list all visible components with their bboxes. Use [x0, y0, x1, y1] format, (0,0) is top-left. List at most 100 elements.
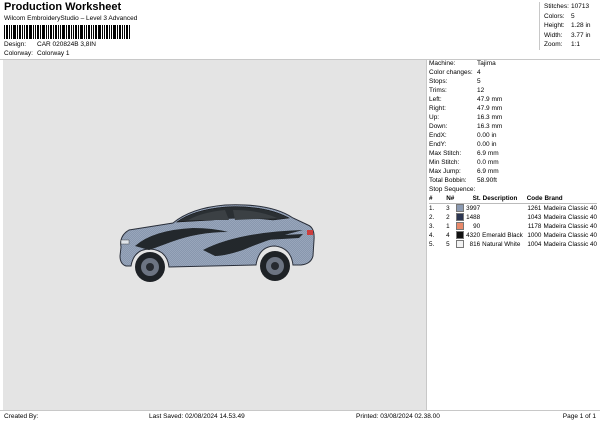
info-label: EndX:	[429, 132, 447, 139]
stop-code: 1261	[527, 205, 542, 212]
stop-code: 1178	[527, 223, 542, 230]
design-value: CAR 020824B 3,8IN	[37, 41, 96, 48]
stop-num: 4.	[429, 232, 435, 239]
stop-description	[482, 222, 524, 231]
stat-zoom: Zoom: 1:1	[544, 40, 596, 50]
stop-description: Emerald Black	[482, 232, 523, 239]
last-saved: Last Saved: 02/08/2024 14.53.49	[149, 413, 245, 420]
stop-table-header: # N# St. Description Code Brand	[429, 194, 597, 204]
stop-sequence-title: Stop Sequence:	[429, 185, 597, 194]
info-row: Max Stitch: 6.9 mm	[429, 149, 597, 158]
info-row: Right: 47.9 mm	[429, 104, 597, 113]
info-value: 16.3 mm	[477, 123, 503, 130]
stop-row: 5. 5 816 Natural White 1004 Madeira Classic 4…	[429, 240, 597, 249]
stat-value: 1.28 in	[571, 22, 591, 29]
stat-label: Zoom:	[544, 41, 563, 48]
stat-value: 1:1	[571, 41, 581, 48]
stop-row: 4. 4 4320 Emerald Black 1000 Madeira Classic …	[429, 231, 597, 240]
stop-row: 1. 3 3997 1261 Madeira Classic 40	[429, 204, 597, 213]
stat-value: 3.77 in	[571, 31, 591, 39]
color-swatch	[455, 204, 464, 213]
stats-panel: Stitches: 10713 Colors: 5 Height: 1.28 in W…	[539, 2, 596, 50]
color-swatch	[455, 240, 464, 249]
machine-info-panel: Machine: Tajima Color changes: 4 Stops: 5 Trim…	[429, 59, 597, 249]
stop-num: 3.	[429, 223, 435, 230]
stop-brand: Madeira Classic 40	[543, 223, 597, 230]
stat-colors: Colors: 5	[544, 12, 596, 22]
stop-description	[482, 204, 524, 213]
info-row: Max Jump: 6.9 mm	[429, 167, 597, 176]
info-value: 47.9 mm	[477, 105, 503, 112]
stop-num: 5.	[429, 241, 435, 248]
info-value: 6.9 mm	[477, 168, 499, 175]
info-label: Max Stitch:	[429, 150, 462, 157]
info-label: EndY:	[429, 141, 447, 148]
info-row: Stops: 5	[429, 77, 597, 86]
info-value: 6.9 mm	[477, 150, 499, 157]
info-label: Down:	[429, 123, 448, 130]
info-label: Right:	[429, 105, 446, 112]
info-value: 0.0 mm	[477, 159, 499, 166]
info-row: Trims: 12	[429, 86, 597, 95]
software-label: Wilcom EmbroideryStudio – Level 3 Advanc…	[4, 15, 138, 22]
info-label: Min Stitch:	[429, 159, 460, 166]
info-value: 0.00 in	[477, 132, 497, 139]
info-label: Stops:	[429, 78, 448, 85]
stop-num: 2.	[429, 214, 435, 221]
col-desc: Description	[482, 195, 518, 202]
barcode	[4, 25, 136, 39]
stat-value: 5	[571, 12, 575, 20]
stop-row: 2. 2 1488 1043 Madeira Classic 40	[429, 213, 597, 222]
stop-stitches: 1488	[466, 214, 481, 221]
page-title: Production Worksheet	[4, 1, 122, 13]
stat-height: Height: 1.28 in	[544, 21, 596, 31]
design-row: Design: CAR 020824B 3,8IN	[4, 41, 96, 48]
info-value: Tajima	[477, 60, 496, 67]
stop-code: 1004	[527, 241, 542, 248]
footer: Created By: Last Saved: 02/08/2024 14.53…	[0, 411, 600, 424]
info-label: Trims:	[429, 87, 447, 94]
stop-code: 1000	[527, 232, 542, 239]
info-label: Max Jump:	[429, 168, 461, 175]
stop-needle: 3	[446, 205, 450, 212]
info-value: 4	[477, 69, 481, 76]
info-value: 0.00 in	[477, 141, 497, 148]
color-swatch	[455, 222, 464, 231]
stop-brand: Madeira Classic 40	[543, 232, 597, 239]
stop-brand: Madeira Classic 40	[543, 214, 597, 221]
stop-brand: Madeira Classic 40	[543, 205, 597, 212]
stat-label: Colors:	[544, 12, 565, 20]
color-swatch	[455, 213, 464, 222]
colorway-label: Colorway:	[4, 50, 33, 57]
info-row: Min Stitch: 0.0 mm	[429, 158, 597, 167]
stat-stitches: Stitches: 10713	[544, 2, 596, 12]
info-label: Color changes:	[429, 69, 473, 76]
info-row: EndY: 0.00 in	[429, 140, 597, 149]
stop-needle: 1	[446, 223, 450, 230]
col-brand: Brand	[544, 195, 563, 202]
info-value: 47.9 mm	[477, 96, 503, 103]
stat-value: 10713	[571, 3, 590, 10]
stop-sequence-label: Stop Sequence:	[429, 186, 476, 193]
info-row: Total Bobbin: 58.90ft	[429, 176, 597, 185]
col-code: Code	[526, 195, 543, 202]
colorway-value: Colorway 1	[37, 50, 70, 57]
stat-label: Stitches:	[544, 3, 569, 10]
col-st: St.	[472, 195, 481, 202]
stop-brand: Madeira Classic 40	[543, 241, 597, 248]
color-swatch	[455, 231, 464, 240]
col-n: N#	[446, 195, 455, 202]
colorway-row: Colorway: Colorway 1	[4, 50, 70, 57]
info-row: EndX: 0.00 in	[429, 131, 597, 140]
stop-stitches: 816	[469, 241, 481, 248]
info-row: Down: 16.3 mm	[429, 122, 597, 131]
stop-needle: 4	[446, 232, 450, 239]
info-value: 58.90ft	[477, 177, 497, 184]
info-value: 16.3 mm	[477, 114, 503, 121]
col-num: #	[429, 195, 433, 202]
col-swatch	[456, 194, 464, 203]
car-embroidery-image	[119, 204, 315, 282]
stat-width: Width: 3.77 in	[544, 31, 596, 41]
info-label: Machine:	[429, 60, 456, 67]
info-label: Up:	[429, 114, 440, 121]
